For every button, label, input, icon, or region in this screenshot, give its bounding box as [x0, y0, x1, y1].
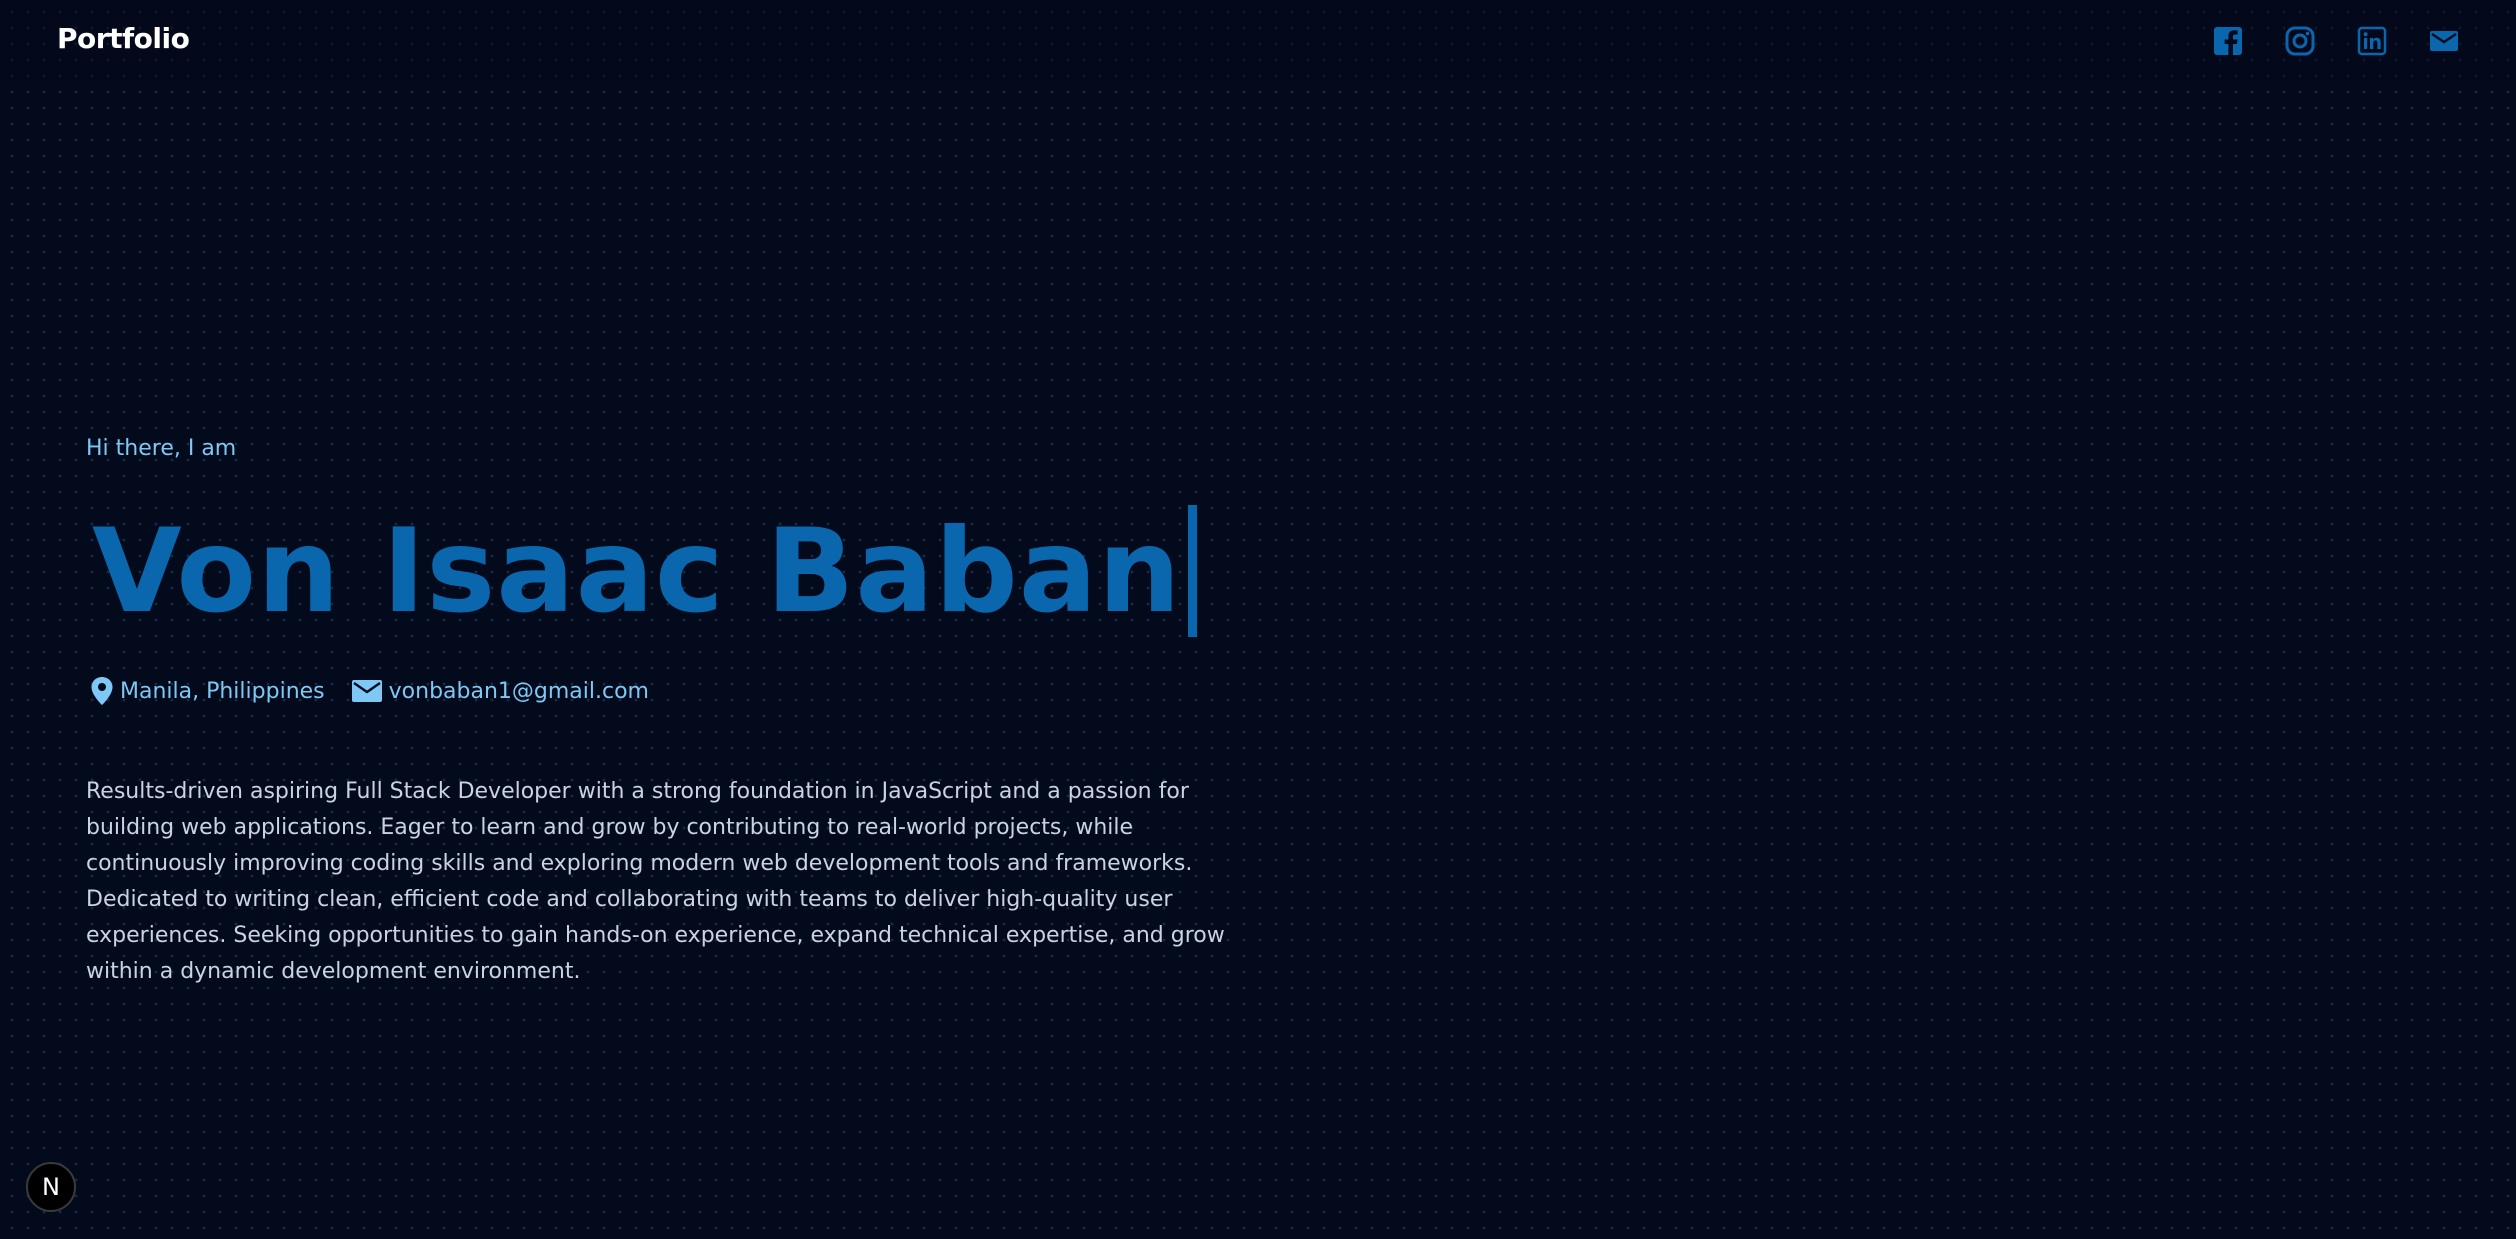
brand-logo[interactable]: Portfolio [57, 22, 190, 55]
email-item[interactable]: vonbaban1@gmail.com [351, 678, 649, 704]
n-logo-icon: N [42, 1173, 60, 1201]
contact-row: Manila, Philippines vonbaban1@gmail.com [90, 676, 649, 706]
social-links [2212, 25, 2460, 57]
facebook-icon[interactable] [2212, 25, 2244, 57]
hero-name: Von Isaac Baban [92, 503, 1182, 639]
location-item: Manila, Philippines [90, 676, 325, 706]
mail-icon [351, 680, 382, 702]
instagram-icon[interactable] [2284, 25, 2316, 57]
mail-icon[interactable] [2428, 25, 2460, 57]
greeting-text: Hi there, I am [86, 436, 237, 461]
email-link[interactable]: vonbaban1@gmail.com [389, 679, 649, 704]
dev-tools-badge[interactable]: N [26, 1162, 76, 1212]
typing-caret [1187, 505, 1197, 637]
location-text: Manila, Philippines [120, 678, 325, 704]
linkedin-icon[interactable] [2356, 25, 2388, 57]
bio-paragraph: Results-driven aspiring Full Stack Devel… [86, 779, 1225, 984]
site-header: Portfolio [0, 0, 2516, 82]
hero-title: Von Isaac Baban [92, 496, 1197, 646]
location-pin-icon [91, 677, 113, 705]
